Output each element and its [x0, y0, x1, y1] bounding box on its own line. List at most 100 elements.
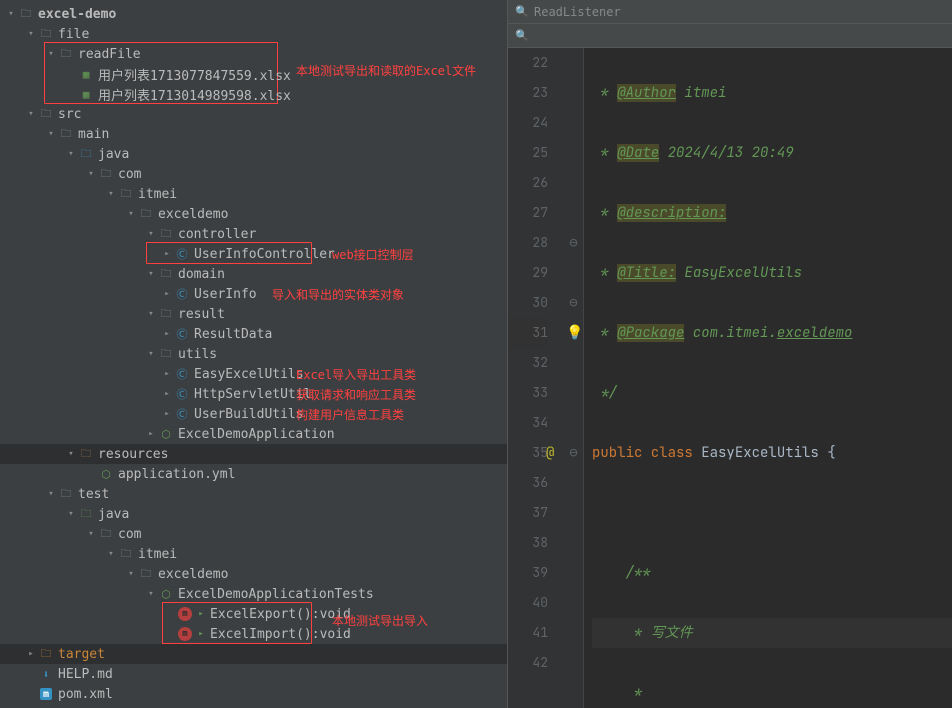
label: exceldemo — [158, 207, 228, 222]
tree-class-userinfocontroller[interactable]: ▸ Ⓒ UserInfoController web接口控制层 — [0, 244, 507, 264]
class-icon: Ⓒ — [174, 286, 190, 302]
tree-folder-readfile[interactable]: ▾ 🗀 readFile 本地测试导出和读取的Excel文件 — [0, 44, 507, 64]
chevron-down-icon[interactable]: ▾ — [84, 529, 98, 539]
tree-folder-file[interactable]: ▾ 🗀 file — [0, 24, 507, 44]
label: UserBuildUtils — [194, 407, 304, 422]
tree-folder-utils[interactable]: ▾ 🗀 utils — [0, 344, 507, 364]
tree-root[interactable]: ▾ 🗀 excel-demo — [0, 4, 507, 24]
tree-folder-test-itmei[interactable]: ▾ 🗀 itmei — [0, 544, 507, 564]
search-bar-2[interactable]: 🔍 — [508, 24, 952, 48]
markdown-icon: ⬇ — [38, 666, 54, 682]
label: resources — [98, 447, 168, 462]
tree-folder-src[interactable]: ▾ 🗀 src — [0, 104, 507, 124]
chevron-right-icon[interactable]: ▸ — [144, 429, 158, 439]
fold-icon[interactable]: ⊖ — [564, 288, 583, 318]
tree-folder-test-java[interactable]: ▾ 🗀 java — [0, 504, 507, 524]
tree-file-xlsx[interactable]: ▾ ▦ 用户列表1713014989598.xlsx — [0, 84, 507, 104]
chevron-down-icon[interactable]: ▾ — [124, 569, 138, 579]
chevron-down-icon[interactable]: ▾ — [64, 149, 78, 159]
chevron-down-icon[interactable]: ▾ — [24, 109, 38, 119]
chevron-down-icon[interactable]: ▾ — [144, 309, 158, 319]
chevron-right-icon[interactable]: ▸ — [160, 389, 174, 399]
chevron-down-icon[interactable]: ▾ — [4, 9, 18, 19]
chevron-down-icon[interactable]: ▾ — [104, 189, 118, 199]
tree-folder-com[interactable]: ▾ 🗀 com — [0, 164, 507, 184]
tree-folder-test[interactable]: ▾ 🗀 test — [0, 484, 507, 504]
tree-file-appyml[interactable]: ▾ ⬡ application.yml — [0, 464, 507, 484]
tree-folder-main[interactable]: ▾ 🗀 main — [0, 124, 507, 144]
tree-folder-test-exceldemo[interactable]: ▾ 🗀 exceldemo — [0, 564, 507, 584]
tree-class-httpservletutil[interactable]: ▸ Ⓒ HttpServletUtil 获取请求和响应工具类 — [0, 384, 507, 404]
line-num: 30 — [508, 288, 548, 318]
annotation: Excel导入导出工具类 — [296, 366, 416, 383]
chevron-down-icon[interactable]: ▾ — [84, 169, 98, 179]
tree-folder-java[interactable]: ▾ 🗀 java — [0, 144, 507, 164]
chevron-down-icon[interactable]: ▾ — [124, 209, 138, 219]
line-num: 35 — [508, 438, 548, 468]
chevron-right-icon[interactable]: ▸ — [160, 329, 174, 339]
chevron-down-icon[interactable]: ▾ — [44, 489, 58, 499]
tree-class-resultdata[interactable]: ▸ Ⓒ ResultData — [0, 324, 507, 344]
search-icon: 🔍 — [514, 28, 530, 44]
class-icon: Ⓒ — [174, 366, 190, 382]
code-text[interactable]: * @Author itmei * @Date 2024/4/13 20:49 … — [584, 48, 952, 708]
tree-folder-controller[interactable]: ▾ 🗀 controller — [0, 224, 507, 244]
fold-gutter[interactable]: ⊖ ⊖ 💡 @⊖ — [564, 48, 584, 708]
label: 用户列表1713077847559.xlsx — [98, 65, 291, 84]
annotation: 构建用户信息工具类 — [296, 406, 404, 423]
fold-icon[interactable]: ⊖ — [564, 228, 583, 258]
tree-folder-resources[interactable]: ▾ 🗀 resources — [0, 444, 507, 464]
chevron-down-icon[interactable]: ▾ — [144, 229, 158, 239]
chevron-down-icon[interactable]: ▾ — [24, 29, 38, 39]
code-editor[interactable]: 22 23 24 25 26 27 28 29 30 31 32 33 34 3… — [508, 48, 952, 708]
label: java — [98, 507, 129, 522]
tree-folder-test-com[interactable]: ▾ 🗀 com — [0, 524, 507, 544]
tree-folder-exceldemo[interactable]: ▾ 🗀 exceldemo — [0, 204, 507, 224]
chevron-down-icon[interactable]: ▾ — [64, 449, 78, 459]
label: readFile — [78, 47, 141, 62]
chevron-down-icon[interactable]: ▾ — [144, 269, 158, 279]
tree-file-help[interactable]: ▾ ⬇ HELP.md — [0, 664, 507, 684]
chevron-right-icon[interactable]: ▸ — [160, 249, 174, 259]
search-text: ReadListener — [534, 5, 621, 19]
line-num: 22 — [508, 48, 548, 78]
tree-class-exceldemoapp[interactable]: ▸ ⬡ ExcelDemoApplication — [0, 424, 507, 444]
yaml-icon: ⬡ — [98, 466, 114, 482]
tree-class-tests[interactable]: ▾ ⬡ ExcelDemoApplicationTests — [0, 584, 507, 604]
chevron-down-icon[interactable]: ▾ — [144, 589, 158, 599]
chevron-right-icon[interactable]: ▸ — [24, 649, 38, 659]
chevron-right-icon[interactable]: ▸ — [160, 289, 174, 299]
label: pom.xml — [58, 687, 113, 702]
intention-bulb-icon[interactable]: 💡 — [566, 318, 583, 348]
run-icon: ▸ — [196, 606, 206, 622]
package-icon: 🗀 — [98, 526, 114, 542]
tree-file-pom[interactable]: ▾ m pom.xml — [0, 684, 507, 704]
tree-file-xlsx[interactable]: ▾ ▦ 用户列表1713077847559.xlsx — [0, 64, 507, 84]
label: HttpServletUtil — [194, 387, 311, 402]
xlsx-icon: ▦ — [78, 66, 94, 82]
chevron-down-icon[interactable]: ▾ — [104, 549, 118, 559]
chevron-down-icon[interactable]: ▾ — [64, 509, 78, 519]
tree-method-excelimport[interactable]: ▾ m ▸ ExcelImport():void — [0, 624, 507, 644]
project-tree-panel[interactable]: ▾ 🗀 excel-demo ▾ 🗀 file ▾ 🗀 readFile 本地测… — [0, 0, 508, 708]
chevron-down-icon[interactable]: ▾ — [144, 349, 158, 359]
chevron-right-icon[interactable]: ▸ — [160, 409, 174, 419]
gutter-at-icon[interactable]: @ — [546, 438, 554, 468]
tree-folder-domain[interactable]: ▾ 🗀 domain — [0, 264, 507, 284]
project-icon: 🗀 — [18, 6, 34, 22]
chevron-down-icon[interactable]: ▾ — [44, 49, 58, 59]
tree-class-userinfo[interactable]: ▸ Ⓒ UserInfo 导入和导出的实体类对象 — [0, 284, 507, 304]
search-bar-1[interactable]: 🔍 ReadListener — [508, 0, 952, 24]
label: itmei — [138, 187, 177, 202]
label: result — [178, 307, 225, 322]
chevron-down-icon[interactable]: ▾ — [44, 129, 58, 139]
folder-icon: 🗀 — [38, 106, 54, 122]
tree-folder-itmei[interactable]: ▾ 🗀 itmei — [0, 184, 507, 204]
tree-class-easyexcelutils[interactable]: ▸ Ⓒ EasyExcelUtils Excel导入导出工具类 — [0, 364, 507, 384]
tree-method-excelexport[interactable]: ▾ m ▸ ExcelExport():void 本地测试导出导入 — [0, 604, 507, 624]
folder-icon: 🗀 — [38, 26, 54, 42]
tree-class-userbuildutils[interactable]: ▸ Ⓒ UserBuildUtils 构建用户信息工具类 — [0, 404, 507, 424]
tree-folder-target[interactable]: ▸ 🗀 target — [0, 644, 507, 664]
tree-folder-result[interactable]: ▾ 🗀 result — [0, 304, 507, 324]
chevron-right-icon[interactable]: ▸ — [160, 369, 174, 379]
